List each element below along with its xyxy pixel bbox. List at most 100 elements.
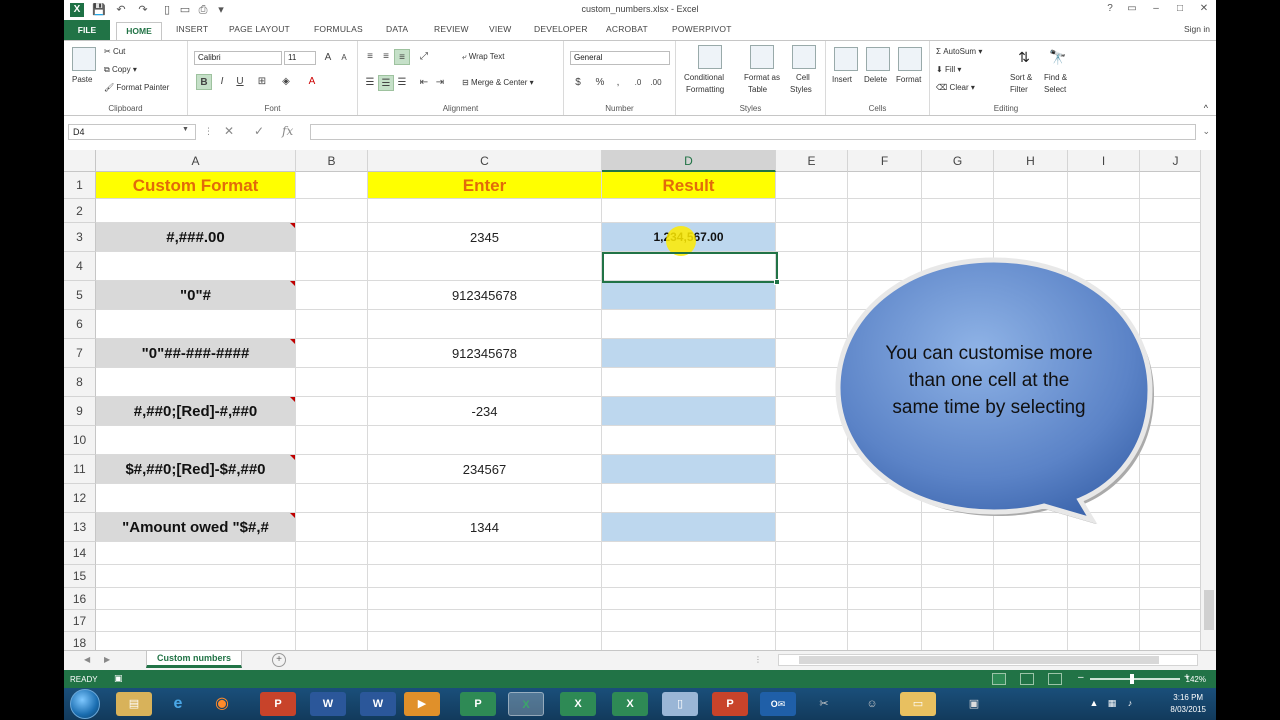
cell-j15[interactable] [1140, 565, 1200, 588]
underline-icon[interactable]: U [232, 74, 248, 90]
row-header-8[interactable]: 8 [64, 368, 96, 397]
cell-b8[interactable] [296, 368, 368, 397]
cell-h2[interactable] [994, 199, 1068, 223]
copy-button[interactable]: ⧉ Copy ▾ [104, 65, 137, 75]
column-header-c[interactable]: C [368, 150, 602, 172]
cell-c11[interactable]: 234567 [368, 455, 602, 484]
format-painter-button[interactable]: 🖌 Format Painter [104, 83, 169, 92]
tray-arrow-icon[interactable]: ▲ [1088, 698, 1100, 710]
tab-formulas[interactable]: FORMULAS [314, 24, 363, 34]
cell-d2[interactable] [602, 199, 776, 223]
maximize-icon[interactable]: □ [1172, 2, 1188, 16]
ribbon-display-icon[interactable]: ▭ [1124, 2, 1140, 16]
cell-e17[interactable] [776, 610, 848, 632]
borders-icon[interactable]: ⊞ [254, 74, 270, 90]
column-header-g[interactable]: G [922, 150, 994, 172]
wrap-text-button[interactable]: ⤶ Wrap Text [462, 52, 504, 62]
cell-i18[interactable] [1068, 632, 1140, 650]
cell-f17[interactable] [848, 610, 922, 632]
camtasia-icon[interactable]: ▣ [956, 692, 992, 716]
tab-data[interactable]: DATA [386, 24, 408, 34]
macro-record-icon[interactable]: ▣ [114, 673, 123, 684]
cell-j2[interactable] [1140, 199, 1200, 223]
cell-h15[interactable] [994, 565, 1068, 588]
cell-i1[interactable] [1068, 172, 1140, 199]
cell-b3[interactable] [296, 223, 368, 252]
cell-c1[interactable]: Enter [368, 172, 602, 199]
row-header-2[interactable]: 2 [64, 199, 96, 223]
row-header-1[interactable]: 1 [64, 172, 96, 199]
tab-powerpivot[interactable]: POWERPIVOT [672, 24, 732, 34]
cell-f16[interactable] [848, 588, 922, 610]
cell-b9[interactable] [296, 397, 368, 426]
shrink-font-icon[interactable]: A [336, 50, 352, 66]
row-header-12[interactable]: 12 [64, 484, 96, 513]
grow-font-icon[interactable]: A [320, 50, 336, 66]
row-header-14[interactable]: 14 [64, 542, 96, 565]
cell-g3[interactable] [922, 223, 994, 252]
cell-a12[interactable] [96, 484, 296, 513]
row-header-13[interactable]: 13 [64, 513, 96, 542]
cell-c7[interactable]: 912345678 [368, 339, 602, 368]
insert-cells-icon[interactable] [834, 47, 858, 71]
folder-icon[interactable]: ▭ [900, 692, 936, 716]
cell-e3[interactable] [776, 223, 848, 252]
cell-i15[interactable] [1068, 565, 1140, 588]
cell-d1[interactable]: Result [602, 172, 776, 199]
cell-g18[interactable] [922, 632, 994, 650]
page-break-view-icon[interactable] [1048, 673, 1062, 685]
cell-b5[interactable] [296, 281, 368, 310]
cell-d8[interactable] [602, 368, 776, 397]
cell-c9[interactable]: -234 [368, 397, 602, 426]
firefox-icon[interactable]: ◉ [204, 692, 240, 716]
cell-styles-icon[interactable] [792, 45, 816, 69]
cell-b13[interactable] [296, 513, 368, 542]
cell-c13[interactable]: 1344 [368, 513, 602, 542]
cell-f14[interactable] [848, 542, 922, 565]
start-icon[interactable] [70, 689, 100, 719]
clear-button[interactable]: ⌫ Clear ▾ [936, 83, 975, 92]
increase-indent-icon[interactable]: ⇥ [432, 75, 448, 91]
tab-insert[interactable]: INSERT [176, 24, 208, 34]
cell-a13[interactable]: "Amount owed "$#,# [96, 513, 296, 542]
insert-cells-button[interactable]: Insert [832, 75, 852, 84]
cell-b7[interactable] [296, 339, 368, 368]
horizontal-scrollbar[interactable] [778, 654, 1198, 666]
cell-c3[interactable]: 2345 [368, 223, 602, 252]
row-header-9[interactable]: 9 [64, 397, 96, 426]
cell-d14[interactable] [602, 542, 776, 565]
cell-c5[interactable]: 912345678 [368, 281, 602, 310]
cell-h16[interactable] [994, 588, 1068, 610]
increase-decimal-icon[interactable]: .0 [630, 75, 646, 91]
fill-button[interactable]: ⬇ Fill ▾ [936, 65, 961, 74]
cell-b10[interactable] [296, 426, 368, 455]
row-header-10[interactable]: 10 [64, 426, 96, 455]
column-header-j[interactable]: J [1140, 150, 1200, 172]
prev-sheet-icon[interactable]: ◀ [84, 655, 90, 664]
cell-d12[interactable] [602, 484, 776, 513]
sheet-tab-custom-numbers[interactable]: Custom numbers [146, 651, 242, 668]
cell-a11[interactable]: $#,##0;[Red]-$#,##0 [96, 455, 296, 484]
cell-h17[interactable] [994, 610, 1068, 632]
cell-f18[interactable] [848, 632, 922, 650]
cell-c6[interactable] [368, 310, 602, 339]
column-header-h[interactable]: H [994, 150, 1068, 172]
cell-c17[interactable] [368, 610, 602, 632]
cell-e14[interactable] [776, 542, 848, 565]
row-header-5[interactable]: 5 [64, 281, 96, 310]
percent-icon[interactable]: % [592, 75, 608, 91]
align-center-icon[interactable]: ☰ [378, 75, 394, 91]
outlook-icon[interactable]: O✉ [760, 692, 796, 716]
cell-g14[interactable] [922, 542, 994, 565]
chat-icon[interactable]: ☺ [854, 692, 890, 716]
cell-f15[interactable] [848, 565, 922, 588]
cell-b14[interactable] [296, 542, 368, 565]
cell-e18[interactable] [776, 632, 848, 650]
paste-button[interactable]: Paste [72, 75, 92, 84]
vertical-scroll-thumb[interactable] [1204, 590, 1214, 630]
delete-cells-button[interactable]: Delete [864, 75, 887, 84]
network-icon[interactable]: ▦ [1106, 698, 1118, 710]
sign-in-link[interactable]: Sign in [1184, 24, 1210, 34]
cell-d11[interactable] [602, 455, 776, 484]
column-header-a[interactable]: A [96, 150, 296, 172]
